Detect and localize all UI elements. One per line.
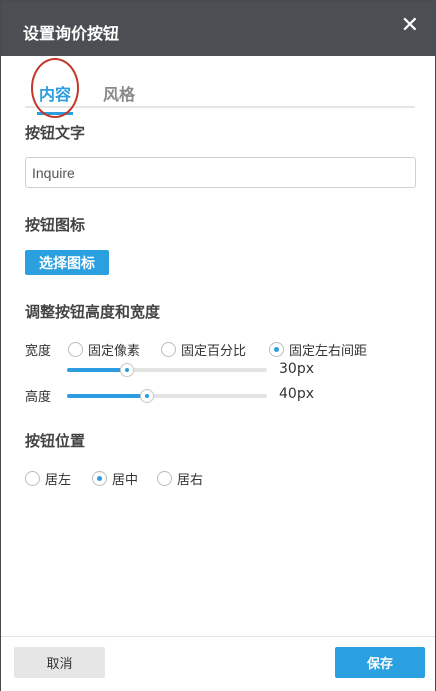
radio-circle (68, 342, 83, 357)
annotation-circle (31, 58, 79, 118)
slider-fill (67, 394, 147, 398)
button-icon-heading: 按钮图标 (25, 216, 86, 234)
slider-thumb[interactable] (140, 389, 154, 403)
radio-circle (25, 471, 40, 486)
save-button[interactable]: 保存 (335, 647, 425, 678)
radio-circle-selected (92, 471, 107, 486)
radio-label: 居左 (45, 473, 72, 488)
radio-circle (157, 471, 172, 486)
height-label: 高度 (25, 390, 52, 405)
size-heading: 调整按钮高度和宽度 (25, 303, 161, 321)
tab-style[interactable]: 风格 (103, 81, 135, 105)
radio-label: 固定左右间距 (289, 344, 368, 359)
height-slider[interactable] (67, 389, 267, 403)
tab-bar: 内容 风格 (25, 73, 415, 115)
radio-label: 固定百分比 (181, 344, 247, 359)
button-text-input[interactable] (25, 157, 416, 188)
width-fixed-margin-radio[interactable]: 固定左右间距 (269, 340, 367, 359)
position-left-radio[interactable]: 居左 (25, 469, 71, 488)
slider-thumb[interactable] (120, 363, 134, 377)
dialog-title: 设置询价按钮 (23, 24, 120, 43)
set-inquiry-button-dialog: 设置询价按钮 ✕ 内容 风格 按钮文字 按钮图标 选择图标 调整按钮高度和宽度 … (0, 0, 436, 691)
position-heading: 按钮位置 (25, 432, 86, 450)
radio-circle-selected (269, 342, 284, 357)
radio-label: 固定像素 (88, 344, 141, 359)
width-fixed-percent-radio[interactable]: 固定百分比 (161, 340, 246, 359)
radio-label: 居中 (112, 473, 139, 488)
width-fixed-pixel-radio[interactable]: 固定像素 (68, 340, 140, 359)
choose-icon-button[interactable]: 选择图标 (25, 250, 109, 275)
slider-fill (67, 368, 127, 372)
dialog-footer: 取消 保存 (1, 636, 435, 691)
width-slider[interactable] (67, 363, 267, 377)
radio-label: 居右 (177, 473, 204, 488)
height-value: 40px (279, 386, 314, 402)
position-right-radio[interactable]: 居右 (157, 469, 203, 488)
width-value: 30px (279, 361, 314, 377)
button-text-heading: 按钮文字 (25, 124, 86, 142)
position-center-radio[interactable]: 居中 (92, 469, 138, 488)
radio-circle (161, 342, 176, 357)
width-label: 宽度 (25, 344, 52, 359)
close-icon[interactable]: ✕ (401, 15, 419, 37)
dialog-titlebar: 设置询价按钮 ✕ (1, 1, 435, 56)
cancel-button[interactable]: 取消 (14, 647, 105, 678)
